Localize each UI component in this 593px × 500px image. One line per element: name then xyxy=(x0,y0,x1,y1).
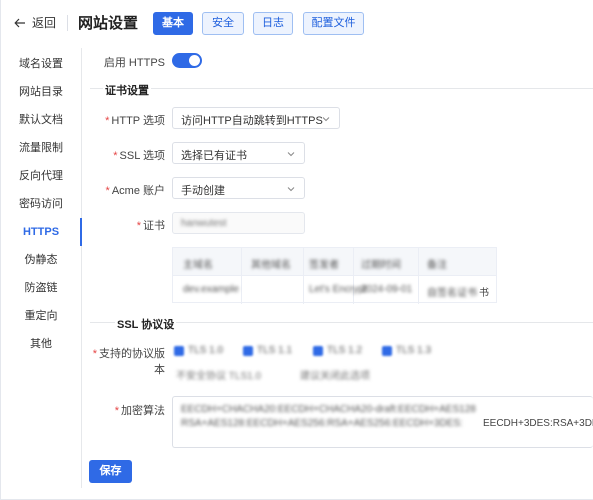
back-label: 返回 xyxy=(32,16,57,30)
ssl-option-select[interactable]: 选择已有证书 xyxy=(172,142,305,164)
sidebar-item-default-doc[interactable]: 默认文档 xyxy=(0,110,82,130)
page-title: 网站设置 xyxy=(78,15,139,32)
table-cell: Let's Encrypt xyxy=(309,284,367,295)
ssl-option-label: * SSL 选项 xyxy=(113,150,165,162)
sidebar-item-redirect[interactable]: 重定向 xyxy=(0,306,82,326)
save-button[interactable]: 保存 xyxy=(89,460,132,483)
table-cell: dev.example xyxy=(183,284,239,295)
sidebar-item-domain[interactable]: 域名设置 xyxy=(0,54,82,74)
table-header-cell: 过期时间 xyxy=(361,260,401,271)
acme-account-select[interactable]: 手动创建 xyxy=(172,177,305,199)
cert-section-divider xyxy=(90,88,593,89)
table-cell-tail: 书 xyxy=(479,288,489,299)
protocol-checkbox[interactable]: TLS 1.3 xyxy=(382,345,431,356)
sidebar-active-indicator xyxy=(80,218,82,246)
sidebar-item-rewrite[interactable]: 伪静态 xyxy=(0,250,82,270)
protocol-note: 不安全协议 TLS1.0 xyxy=(176,371,262,382)
table-cell: 2024-09-01 xyxy=(361,284,413,295)
sidebar-item-site-dir[interactable]: 网站目录 xyxy=(0,82,82,102)
tab-basic[interactable]: 基本 xyxy=(153,12,193,35)
table-header-cell: 备注 xyxy=(427,260,447,271)
protocol-checkbox[interactable]: TLS 1.1 xyxy=(243,345,292,356)
tab-security[interactable]: 安全 xyxy=(202,12,244,35)
protocol-version-label: * 支持的协议版本 xyxy=(92,348,165,376)
protocol-checkbox[interactable]: TLS 1.2 xyxy=(313,345,362,356)
cipher-text-visible: EECDH+3DES:RSA+3DE xyxy=(483,418,593,429)
table-divider xyxy=(353,248,354,304)
cert-section-title: 证书设置 xyxy=(103,82,151,98)
enable-https-toggle[interactable] xyxy=(172,53,202,68)
chevron-down-icon xyxy=(287,187,295,192)
protocol-checkbox[interactable]: TLS 1.0 xyxy=(174,345,223,356)
table-cell: 自签名证书 xyxy=(427,288,477,299)
sidebar-item-https[interactable]: HTTPS xyxy=(0,222,82,242)
table-header-cell: 其他域名 xyxy=(251,260,291,271)
cert-select[interactable]: hanwutest xyxy=(172,212,305,234)
sidebar-item-password-access[interactable]: 密码访问 xyxy=(0,194,82,214)
arrow-left-icon xyxy=(14,18,25,27)
table-header-cell: 主域名 xyxy=(183,260,213,271)
acme-account-label: * Acme 账户 xyxy=(105,185,165,197)
enable-https-label: 启用 HTTPS xyxy=(103,57,165,69)
cert-table: 主域名 其他域名 签发者 过期时间 备注 dev.example Let's E… xyxy=(172,247,497,304)
cipher-label: * 加密算法 xyxy=(114,405,165,417)
tab-logs[interactable]: 日志 xyxy=(253,12,293,35)
sidebar-item-reverse-proxy[interactable]: 反向代理 xyxy=(0,166,82,186)
cipher-textarea[interactable]: EECDH+CHACHA20:EECDH+CHACHA20-draft:EECD… xyxy=(172,396,593,448)
http-option-value: 访问HTTP自动跳转到HTTPS xyxy=(181,115,323,127)
chevron-down-icon xyxy=(322,117,330,122)
table-divider xyxy=(241,248,242,304)
table-divider xyxy=(303,248,304,304)
table-divider xyxy=(418,248,419,304)
cipher-text-line: RSA+AES128:EECDH+AES256:RSA+AES256:EECDH… xyxy=(181,418,463,429)
cert-label: * 证书 xyxy=(136,220,165,232)
page-header: 返回 网站设置 基本 安全 日志 配置文件 xyxy=(0,0,593,46)
http-option-select[interactable]: 访问HTTP自动跳转到HTTPS xyxy=(172,107,340,129)
protocol-note: 建议关闭此选项 xyxy=(300,371,370,382)
http-option-label: * HTTP 选项 xyxy=(105,115,165,127)
ssl-option-value: 选择已有证书 xyxy=(181,150,247,162)
cipher-text-line: EECDH+CHACHA20:EECDH+CHACHA20-draft:EECD… xyxy=(181,404,476,415)
sidebar-item-other[interactable]: 其他 xyxy=(0,334,82,354)
sidebar-item-traffic-limit[interactable]: 流量限制 xyxy=(0,138,82,158)
cert-select-value: hanwutest xyxy=(181,218,227,229)
acme-account-value: 手动创建 xyxy=(181,185,225,197)
tab-config-file[interactable]: 配置文件 xyxy=(303,12,364,35)
chevron-down-icon xyxy=(287,152,295,157)
sidebar: 域名设置 网站目录 默认文档 流量限制 反向代理 密码访问 HTTPS 伪静态 … xyxy=(0,48,82,488)
sidebar-item-hotlink[interactable]: 防盗链 xyxy=(0,278,82,298)
back-button[interactable]: 返回 xyxy=(14,14,56,31)
table-header-cell: 签发者 xyxy=(309,260,339,271)
header-divider xyxy=(67,15,68,31)
ssl-protocol-section-title: SSL 协议设 xyxy=(115,316,177,332)
